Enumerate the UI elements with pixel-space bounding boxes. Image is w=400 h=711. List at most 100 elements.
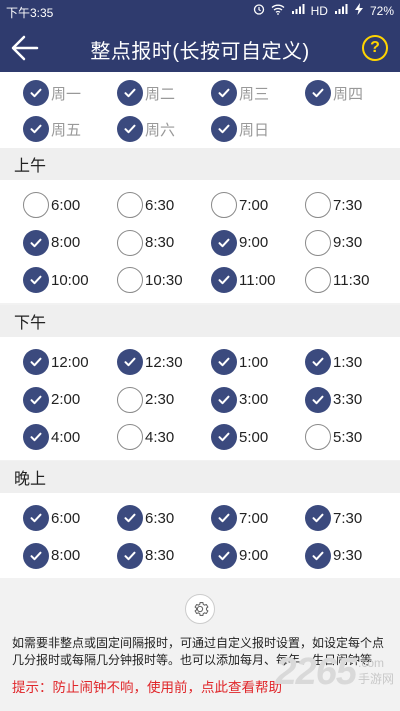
checkbox-checked-icon bbox=[211, 116, 237, 142]
checkbox-unchecked-icon bbox=[305, 267, 331, 293]
option-label: 2:00 bbox=[51, 391, 81, 408]
checkbox-checked-icon bbox=[23, 116, 49, 142]
option-label: 4:00 bbox=[51, 428, 81, 446]
page-title: 整点报时(长按可自定义) bbox=[90, 41, 310, 63]
checkbox-checked-icon bbox=[23, 80, 49, 106]
option-label: 7:00 bbox=[239, 509, 269, 527]
checkbox-checked-icon bbox=[23, 542, 49, 569]
time-option[interactable]: 6:30 bbox=[117, 503, 174, 533]
time-option[interactable]: 2:30 bbox=[117, 385, 174, 415]
watermark-number: 2265 bbox=[275, 651, 357, 693]
status-bar: 下午3:35 HD 72% bbox=[0, 0, 400, 24]
checkbox-checked-icon bbox=[23, 386, 49, 413]
option-label: 周五 bbox=[51, 121, 82, 139]
option-label: 7:30 bbox=[333, 196, 363, 214]
time-option[interactable]: 3:00 bbox=[211, 385, 268, 415]
day-option[interactable]: 周三 bbox=[211, 78, 269, 108]
settings-button[interactable] bbox=[185, 594, 215, 624]
checkbox-checked-icon bbox=[211, 229, 237, 256]
option-label: 9:30 bbox=[333, 547, 363, 564]
option-label: 1:30 bbox=[333, 353, 363, 371]
option-label: 9:30 bbox=[333, 234, 363, 251]
option-label: 6:00 bbox=[51, 509, 81, 527]
option-label: 7:30 bbox=[333, 509, 363, 527]
time-option[interactable]: 5:30 bbox=[305, 422, 362, 452]
time-option[interactable]: 5:00 bbox=[211, 422, 268, 452]
time-option[interactable]: 8:30 bbox=[117, 228, 174, 258]
checkbox-checked-icon bbox=[211, 349, 237, 375]
charging-icon bbox=[354, 3, 364, 18]
time-option[interactable]: 8:00 bbox=[23, 228, 80, 258]
back-button[interactable] bbox=[10, 34, 40, 62]
checkbox-checked-icon bbox=[305, 386, 331, 413]
option-label: 6:30 bbox=[145, 196, 175, 214]
option-label: 7:00 bbox=[239, 196, 269, 214]
help-tip-link[interactable]: 提示：防止闹钟不响，使用前，点此查看帮助 bbox=[12, 676, 282, 696]
time-option[interactable]: 7:30 bbox=[305, 190, 362, 220]
wifi-icon bbox=[271, 3, 285, 18]
time-grid: 6:00 6:30 7:00 7:30 8:00 8:30 9:00 9:30 bbox=[0, 493, 400, 578]
day-option[interactable]: 周六 bbox=[117, 114, 175, 144]
checkbox-checked-icon bbox=[117, 542, 143, 569]
checkbox-unchecked-icon bbox=[305, 424, 331, 450]
battery-percent: 72% bbox=[369, 3, 394, 18]
alarm-icon bbox=[253, 3, 265, 18]
time-option[interactable]: 9:00 bbox=[211, 541, 268, 571]
back-arrow-icon bbox=[11, 35, 39, 61]
option-label: 4:30 bbox=[145, 428, 175, 446]
day-option[interactable]: 周四 bbox=[305, 78, 363, 108]
time-option[interactable]: 9:30 bbox=[305, 541, 362, 571]
option-label: 8:30 bbox=[145, 234, 175, 251]
option-label: 周三 bbox=[239, 85, 270, 103]
checkbox-checked-icon bbox=[305, 542, 331, 569]
option-label: 周日 bbox=[239, 121, 270, 139]
time-option[interactable]: 7:30 bbox=[305, 503, 362, 533]
time-option[interactable]: 12:30 bbox=[117, 347, 183, 377]
footer: 如需要非整点或固定间隔报时，可通过自定义报时设置，如设定每个点几分报时或每隔几分… bbox=[0, 578, 400, 711]
time-option[interactable]: 8:30 bbox=[117, 541, 174, 571]
day-option[interactable]: 周日 bbox=[211, 114, 269, 144]
option-label: 8:00 bbox=[51, 547, 81, 564]
section-header: 晚上 bbox=[0, 461, 400, 493]
day-option[interactable]: 周五 bbox=[23, 114, 81, 144]
checkbox-unchecked-icon bbox=[117, 386, 143, 413]
app-bar: 整点报时(长按可自定义) ? bbox=[0, 24, 400, 72]
time-option[interactable]: 4:30 bbox=[117, 422, 174, 452]
checkbox-checked-icon bbox=[23, 229, 49, 256]
time-option[interactable]: 7:00 bbox=[211, 503, 268, 533]
time-option[interactable]: 9:30 bbox=[305, 228, 362, 258]
time-option[interactable]: 4:00 bbox=[23, 422, 80, 452]
time-option[interactable]: 2:00 bbox=[23, 385, 80, 415]
checkbox-checked-icon bbox=[23, 424, 49, 450]
time-option[interactable]: 7:00 bbox=[211, 190, 268, 220]
checkbox-checked-icon bbox=[211, 542, 237, 569]
time-option[interactable]: 8:00 bbox=[23, 541, 80, 571]
day-option[interactable]: 周一 bbox=[23, 78, 81, 108]
day-option[interactable]: 周二 bbox=[117, 78, 175, 108]
time-option[interactable]: 6:30 bbox=[117, 190, 174, 220]
option-label: 9:00 bbox=[239, 234, 269, 251]
option-label: 11:00 bbox=[239, 271, 276, 289]
time-option[interactable]: 6:00 bbox=[23, 190, 80, 220]
time-option[interactable]: 3:30 bbox=[305, 385, 362, 415]
time-option[interactable]: 11:00 bbox=[211, 265, 275, 295]
time-grid: 12:00 12:30 1:00 1:30 2:00 2:30 3:00 3:30 4:00 4:… bbox=[0, 337, 400, 460]
time-option[interactable]: 9:00 bbox=[211, 228, 268, 258]
option-label: 2:30 bbox=[145, 391, 175, 408]
checkbox-checked-icon bbox=[211, 267, 237, 293]
option-label: 周二 bbox=[145, 85, 176, 103]
time-option[interactable]: 11:30 bbox=[305, 265, 369, 295]
option-label: 10:00 bbox=[51, 271, 89, 289]
checkbox-unchecked-icon bbox=[117, 424, 143, 450]
checkbox-checked-icon bbox=[211, 505, 237, 531]
time-option[interactable]: 1:30 bbox=[305, 347, 362, 377]
time-option[interactable]: 1:00 bbox=[211, 347, 268, 377]
time-option[interactable]: 6:00 bbox=[23, 503, 80, 533]
time-option[interactable]: 12:00 bbox=[23, 347, 89, 377]
time-option[interactable]: 10:00 bbox=[23, 265, 89, 295]
help-button[interactable]: ? bbox=[362, 35, 388, 61]
signal-icon-2 bbox=[334, 3, 348, 18]
time-option[interactable]: 10:30 bbox=[117, 265, 183, 295]
checkbox-checked-icon bbox=[23, 349, 49, 375]
option-label: 8:30 bbox=[145, 547, 175, 564]
